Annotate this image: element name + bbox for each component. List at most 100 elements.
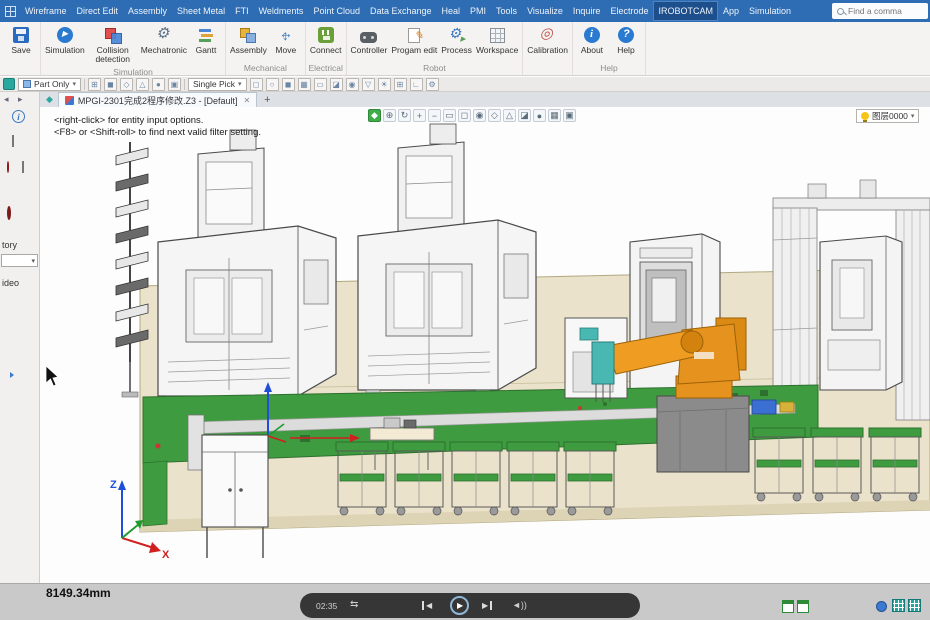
message-icon[interactable] [876,601,887,612]
section-view-icon[interactable]: ◪ [518,109,531,122]
assembly-button[interactable]: Assembly [228,24,269,62]
volume-icon[interactable]: ◄)) [512,600,527,610]
single-pick-dropdown[interactable]: Single Pick [188,78,247,91]
record-dot-icon[interactable] [7,162,9,172]
menu-direct-edit[interactable]: Direct Edit [72,1,124,21]
axis-triad-icon[interactable]: ⊕ [383,109,396,122]
hidden-line-icon[interactable]: ▭ [314,78,327,91]
play-button[interactable] [450,596,469,615]
format-dropdown[interactable] [1,254,38,267]
background-icon[interactable]: ▦ [548,109,561,122]
simulation-button[interactable]: Simulation [43,24,87,66]
model-box-icon[interactable] [12,136,14,146]
calibration-button[interactable]: Calibration [525,24,570,63]
grid-snap-icon[interactable]: ⊞ [394,78,407,91]
window-grid-icon[interactable] [5,6,16,17]
measure-icon[interactable]: ▣ [563,109,576,122]
filter-component-icon[interactable]: ▣ [168,78,181,91]
playback-bar[interactable]: 02:35 ⇆ ◀ ▶ ◄)) [300,593,640,618]
spreadsheet-icon-2[interactable] [797,600,809,613]
dock-left-icon[interactable]: ◂ [4,94,9,105]
table-grid-icon-2[interactable] [908,599,921,612]
record-button[interactable] [7,208,11,218]
menu-electrode[interactable]: Electrode [605,1,653,21]
dock-right-icon[interactable]: ▸ [18,94,23,105]
perspective-icon[interactable]: △ [503,109,516,122]
blue-pallet[interactable] [752,400,776,414]
zoom-out-icon[interactable]: − [428,109,441,122]
move-button[interactable]: Move [269,24,303,62]
controller-button[interactable]: Controller [349,24,390,62]
zoom-in-icon[interactable]: + [413,109,426,122]
scene-canvas[interactable]: Z X [40,107,930,583]
graphics-viewport[interactable]: Z X <right-click> for entity input optio… [40,107,930,583]
shuffle-icon[interactable]: ⇆ [350,599,358,610]
about-button[interactable]: About [575,24,609,62]
menu-tools[interactable]: Tools [491,1,522,21]
filter-shape-icon[interactable]: ⊞ [88,78,101,91]
zoom-all-icon[interactable]: ◻ [458,109,471,122]
menu-sheet-metal[interactable]: Sheet Metal [172,1,230,21]
command-search[interactable] [832,3,928,19]
menu-point-cloud[interactable]: Point Cloud [308,1,365,21]
spreadsheet-icon-1[interactable] [782,600,794,613]
table-grid-icon-1[interactable] [892,599,905,612]
csys-icon[interactable]: ∟ [410,78,423,91]
collision-detection-button[interactable]: Collision detection [87,24,139,66]
filter-edge-icon[interactable]: ◇ [120,78,133,91]
quick-section-icon[interactable]: ◪ [330,78,343,91]
info-icon[interactable]: i [12,110,25,123]
mechatronic-button[interactable]: Mechatronic [139,24,189,66]
material-icon[interactable]: ▽ [362,78,375,91]
robot-gripper[interactable] [592,342,614,384]
gantt-button[interactable]: Gantt [189,24,223,66]
shaded-display-icon[interactable]: ◼ [282,78,295,91]
render-mode-icon[interactable]: ● [533,109,546,122]
cnc-machine-4[interactable] [820,236,902,390]
display-state-icon[interactable] [3,78,15,90]
yellow-box[interactable] [780,402,794,412]
help-button[interactable]: Help [609,24,643,62]
menu-pmi[interactable]: PMI [465,1,491,21]
appearance-icon[interactable]: ◉ [346,78,359,91]
shade-mode-icon[interactable]: ◉ [473,109,486,122]
filter-point-icon[interactable]: ● [152,78,165,91]
process-button[interactable]: Process [439,24,474,62]
workspace-button[interactable]: Workspace [474,24,520,62]
menu-data-exchange[interactable]: Data Exchange [365,1,437,21]
menu-inquire[interactable]: Inquire [568,1,606,21]
rotate-view-icon[interactable]: ↻ [398,109,411,122]
cnc-machine-2[interactable] [358,124,536,396]
part-only-dropdown[interactable]: Part Only [18,78,81,91]
connect-button[interactable]: Connect [308,24,344,62]
light-icon[interactable]: ☀ [378,78,391,91]
program-edit-button[interactable]: Progam edit [389,24,439,62]
pick-box-icon[interactable]: ◻ [250,78,263,91]
preferences-icon[interactable]: ⚙ [426,78,439,91]
menu-wireframe[interactable]: Wireframe [20,1,72,21]
zoom-window-icon[interactable]: ▭ [443,109,456,122]
menu-heal[interactable]: Heal [437,1,466,21]
wireframe-display-icon[interactable]: ▦ [298,78,311,91]
menu-simulation[interactable]: Simulation [744,1,796,21]
tab-close-icon[interactable]: ✕ [241,96,250,105]
menu-assembly[interactable]: Assembly [123,1,172,21]
previous-button[interactable]: ◀ [422,601,432,610]
filter-face-icon[interactable]: ◼ [104,78,117,91]
menu-app[interactable]: App [718,1,744,21]
pick-lasso-icon[interactable]: ○ [266,78,279,91]
document-tab[interactable]: MPGI-2301完成2程序修改.Z3 - [Default] ✕ [58,92,257,107]
menu-fti[interactable]: FTI [230,1,254,21]
menu-irobotcam[interactable]: IROBOTCAM [653,1,718,21]
snapshot-icon[interactable] [22,162,24,172]
next-button[interactable]: ▶ [482,601,492,610]
cnc-machine-1[interactable] [158,130,336,402]
view-cube-icon[interactable]: ◆ [368,109,381,122]
new-tab-button[interactable]: + [259,94,275,107]
wireframe-mode-icon[interactable]: ◇ [488,109,501,122]
save-button[interactable]: Save [4,24,38,63]
search-input[interactable] [848,6,922,16]
layer-dropdown[interactable]: 图层0000 [856,109,919,123]
home-diamond-icon[interactable]: ◆ [43,94,56,107]
menu-visualize[interactable]: Visualize [522,1,568,21]
